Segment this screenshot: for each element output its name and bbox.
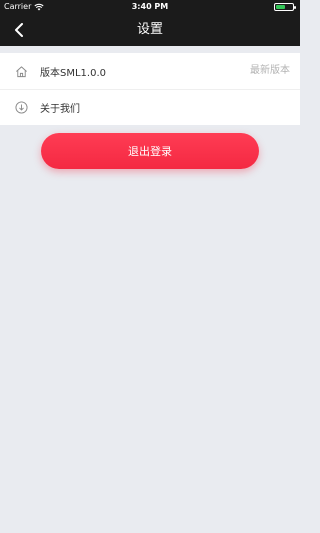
version-status: 最新版本 [250, 65, 290, 76]
settings-item-version[interactable]: 版本SML1.0.0 最新版本 [0, 53, 300, 89]
top-bar: Carrier 3:40 PM 设置 [0, 0, 300, 46]
logout-label: 退出登录 [128, 145, 172, 158]
download-circle-icon [14, 101, 28, 115]
about-label: 关于我们 [40, 104, 80, 115]
settings-list: 版本SML1.0.0 最新版本 关于我们 [0, 53, 300, 125]
logout-button[interactable]: 退出登录 [41, 133, 259, 169]
home-icon [14, 64, 28, 78]
navigation-bar: 设置 [0, 14, 300, 46]
status-time: 3:40 PM [131, 2, 169, 11]
battery-icon [274, 3, 296, 11]
page-title: 设置 [136, 22, 163, 37]
version-label: 版本SML1.0.0 [40, 67, 106, 79]
settings-item-about[interactable]: 关于我们 [0, 89, 300, 125]
status-bar: Carrier 3:40 PM [0, 0, 300, 14]
battery-level [276, 5, 285, 9]
